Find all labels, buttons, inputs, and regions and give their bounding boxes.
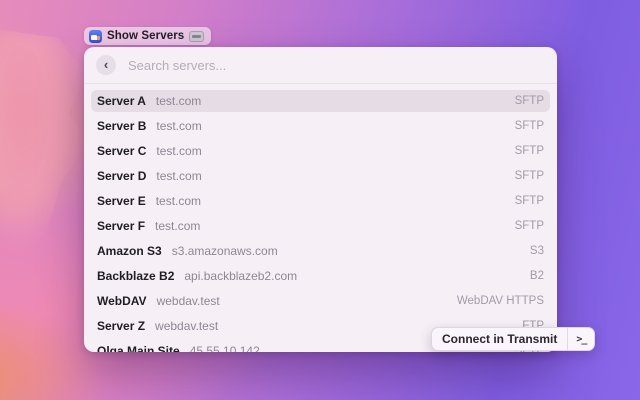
chevron-left-icon: ‹ bbox=[104, 58, 108, 71]
server-host: webdav.test bbox=[155, 319, 218, 333]
server-protocol-badge: WebDAV HTTPS bbox=[457, 295, 544, 307]
server-row[interactable]: Backblaze B2 api.backblazeb2.com B2 bbox=[91, 265, 550, 287]
server-name: Backblaze B2 bbox=[97, 269, 174, 283]
server-protocol-badge: S3 bbox=[530, 245, 544, 257]
terminal-key: >_ bbox=[567, 328, 594, 350]
server-protocol-badge: SFTP bbox=[515, 145, 544, 157]
server-host: test.com bbox=[156, 169, 201, 183]
server-row[interactable]: Server C test.com SFTP bbox=[91, 140, 550, 162]
search-row: ‹ bbox=[84, 47, 557, 84]
back-button[interactable]: ‹ bbox=[96, 55, 116, 75]
search-input[interactable] bbox=[126, 57, 545, 74]
show-servers-label: Show Servers bbox=[107, 30, 184, 42]
server-host: test.com bbox=[156, 119, 201, 133]
server-row[interactable]: Server B test.com SFTP bbox=[91, 115, 550, 137]
server-host: test.com bbox=[155, 219, 200, 233]
server-host: s3.amazonaws.com bbox=[172, 244, 278, 258]
server-name: Amazon S3 bbox=[97, 244, 162, 258]
wallpaper-pink-blob bbox=[0, 28, 90, 278]
server-name: Olga Main Site bbox=[97, 344, 180, 352]
server-protocol-badge: SFTP bbox=[515, 170, 544, 182]
terminal-icon: >_ bbox=[576, 334, 586, 345]
server-name: Server B bbox=[97, 119, 146, 133]
server-protocol-badge: B2 bbox=[530, 270, 544, 282]
transmit-app-icon bbox=[89, 30, 102, 43]
server-protocol-badge: SFTP bbox=[515, 195, 544, 207]
server-host: webdav.test bbox=[157, 294, 220, 308]
server-name: Server C bbox=[97, 144, 146, 158]
server-host: api.backblazeb2.com bbox=[184, 269, 297, 283]
server-host: test.com bbox=[156, 144, 201, 158]
server-host: 45.55.10.142 bbox=[190, 344, 260, 352]
server-list: Server A test.com SFTP Server B test.com… bbox=[84, 90, 557, 352]
connect-tooltip[interactable]: Connect in Transmit >_ bbox=[431, 327, 595, 351]
server-name: Server F bbox=[97, 219, 145, 233]
server-host: test.com bbox=[156, 194, 201, 208]
server-row[interactable]: Server E test.com SFTP bbox=[91, 190, 550, 212]
keyboard-icon bbox=[189, 31, 204, 42]
server-quick-search-panel: ‹ Server A test.com SFTP Server B test.c… bbox=[84, 47, 557, 352]
server-name: WebDAV bbox=[97, 294, 147, 308]
server-protocol-badge: SFTP bbox=[515, 95, 544, 107]
server-protocol-badge: SFTP bbox=[515, 220, 544, 232]
server-row[interactable]: Server D test.com SFTP bbox=[91, 165, 550, 187]
server-name: Server Z bbox=[97, 319, 145, 333]
connect-tooltip-label: Connect in Transmit bbox=[432, 332, 567, 346]
server-name: Server E bbox=[97, 194, 146, 208]
server-protocol-badge: SFTP bbox=[515, 120, 544, 132]
show-servers-chip[interactable]: Show Servers bbox=[84, 27, 211, 45]
server-host: test.com bbox=[156, 94, 201, 108]
server-name: Server D bbox=[97, 169, 146, 183]
server-row[interactable]: Server A test.com SFTP bbox=[91, 90, 550, 112]
server-name: Server A bbox=[97, 94, 146, 108]
server-row[interactable]: Amazon S3 s3.amazonaws.com S3 bbox=[91, 240, 550, 262]
server-row[interactable]: WebDAV webdav.test WebDAV HTTPS bbox=[91, 290, 550, 312]
server-row[interactable]: Server F test.com SFTP bbox=[91, 215, 550, 237]
